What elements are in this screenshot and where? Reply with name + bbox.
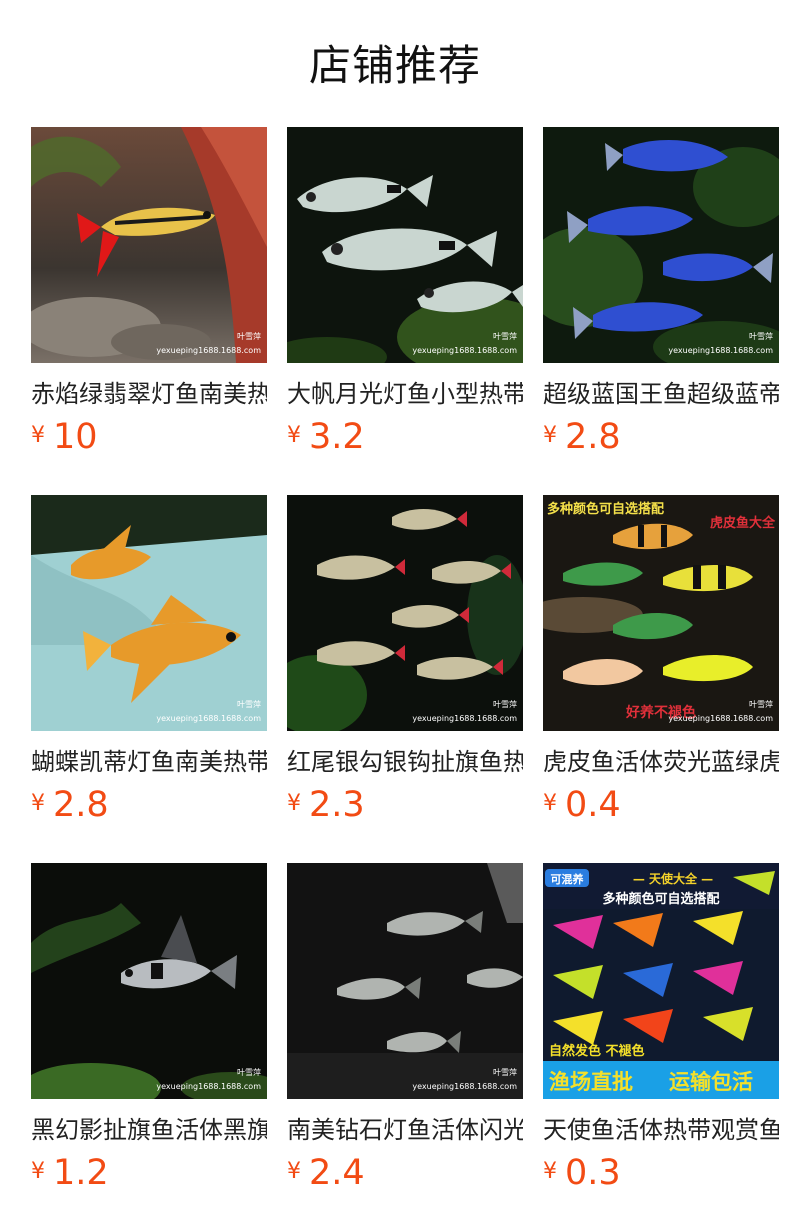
price-value: 1.2: [53, 1153, 109, 1193]
watermark-site: yexueping1688.1688.com: [412, 714, 517, 723]
blue-emperor-tetra-icon: 叶雪萍 yexueping1688.1688.com: [543, 127, 779, 363]
product-name[interactable]: 大帆月光灯鱼小型热带鱼: [287, 379, 523, 409]
price-value: 3.2: [309, 417, 365, 457]
watermark-name: 叶雪萍: [237, 1067, 261, 1077]
product-image[interactable]: 多种颜色可自选搭配 虎皮鱼大全 好养不褪色 叶雪萍 yexueping1688.…: [543, 495, 779, 731]
product-price: ¥3.2: [287, 416, 365, 458]
product-name[interactable]: 南美钻石灯鱼活体闪光: [287, 1115, 523, 1145]
red-tail-flag-tetra-icon: 叶雪萍 yexueping1688.1688.com: [287, 495, 523, 731]
overlay-text: 多种颜色可自选搭配: [602, 891, 719, 907]
product-price: ¥2.3: [287, 784, 365, 826]
watermark-name: 叶雪萍: [493, 1067, 517, 1077]
watermark-name: 叶雪萍: [749, 331, 773, 341]
silver-tetra-school-icon: 叶雪萍 yexueping1688.1688.com: [287, 127, 523, 363]
overlay-text: 可混养: [551, 872, 585, 886]
product-name[interactable]: 红尾银勾银钩扯旗鱼热带: [287, 747, 523, 777]
currency-symbol: ¥: [31, 423, 45, 448]
watermark-site: yexueping1688.1688.com: [412, 1082, 517, 1091]
currency-symbol: ¥: [31, 1159, 45, 1184]
product-price: ¥2.8: [543, 416, 621, 458]
overlay-text: 自然发色 不褪色: [549, 1043, 645, 1059]
product-card[interactable]: 叶雪萍 yexueping1688.1688.com 赤焰绿翡翠灯鱼南美热带鱼 …: [31, 127, 267, 457]
overlay-text: 多种颜色可自选搭配: [547, 501, 664, 517]
product-card[interactable]: 可混养 — 天使大全 — 多种颜色可自选搭配 自然发色 不褪色 渔场直批 运输包…: [543, 863, 779, 1193]
product-card[interactable]: 叶雪萍 yexueping1688.1688.com 蝴蝶凯蒂灯鱼南美热带鱼 ¥…: [31, 495, 267, 825]
price-value: 2.8: [53, 785, 109, 825]
product-card[interactable]: 叶雪萍 yexueping1688.1688.com 红尾银勾银钩扯旗鱼热带 ¥…: [287, 495, 523, 825]
product-card[interactable]: 叶雪萍 yexueping1688.1688.com 大帆月光灯鱼小型热带鱼 ¥…: [287, 127, 523, 457]
watermark-site: yexueping1688.1688.com: [668, 346, 773, 355]
golden-butterfly-tetra-icon: 叶雪萍 yexueping1688.1688.com: [31, 495, 267, 731]
product-image[interactable]: 叶雪萍 yexueping1688.1688.com: [287, 495, 523, 731]
product-name[interactable]: 黑幻影扯旗鱼活体黑旗: [31, 1115, 267, 1145]
product-image[interactable]: 可混养 — 天使大全 — 多种颜色可自选搭配 自然发色 不褪色 渔场直批 运输包…: [543, 863, 779, 1099]
price-value: 2.4: [309, 1153, 365, 1193]
currency-symbol: ¥: [287, 791, 301, 816]
overlay-text: — 天使大全 —: [633, 871, 713, 886]
watermark-name: 叶雪萍: [493, 331, 517, 341]
product-image[interactable]: 叶雪萍 yexueping1688.1688.com: [31, 863, 267, 1099]
price-value: 0.3: [565, 1153, 621, 1193]
tiger-barb-collage-icon: 多种颜色可自选搭配 虎皮鱼大全 好养不褪色 叶雪萍 yexueping1688.…: [543, 495, 779, 731]
product-name[interactable]: 天使鱼活体热带观赏鱼: [543, 1115, 779, 1145]
watermark-site: yexueping1688.1688.com: [668, 714, 773, 723]
currency-symbol: ¥: [543, 791, 557, 816]
overlay-text: 虎皮鱼大全: [710, 515, 776, 531]
product-card[interactable]: 叶雪萍 yexueping1688.1688.com 超级蓝国王鱼超级蓝帝 ¥2…: [543, 127, 779, 457]
price-value: 2.3: [309, 785, 365, 825]
product-price: ¥1.2: [31, 1152, 109, 1194]
product-price: ¥0.3: [543, 1152, 621, 1194]
product-image[interactable]: 叶雪萍 yexueping1688.1688.com: [287, 863, 523, 1099]
product-image[interactable]: 叶雪萍 yexueping1688.1688.com: [31, 495, 267, 731]
price-value: 2.8: [565, 417, 621, 457]
product-price: ¥2.8: [31, 784, 109, 826]
product-image[interactable]: 叶雪萍 yexueping1688.1688.com: [287, 127, 523, 363]
watermark-site: yexueping1688.1688.com: [156, 714, 261, 723]
price-value: 10: [53, 417, 98, 457]
product-price: ¥0.4: [543, 784, 621, 826]
page: 店铺推荐 叶雪萍 yexueping1688.1688.com 赤焰绿翡翠灯鱼南…: [0, 0, 790, 1232]
red-fin-tetra-icon: 叶雪萍 yexueping1688.1688.com: [31, 127, 267, 363]
product-image[interactable]: 叶雪萍 yexueping1688.1688.com: [543, 127, 779, 363]
watermark-name: 叶雪萍: [237, 331, 261, 341]
black-phantom-tetra-icon: 叶雪萍 yexueping1688.1688.com: [31, 863, 267, 1099]
product-card[interactable]: 多种颜色可自选搭配 虎皮鱼大全 好养不褪色 叶雪萍 yexueping1688.…: [543, 495, 779, 825]
watermark-site: yexueping1688.1688.com: [156, 346, 261, 355]
watermark-site: yexueping1688.1688.com: [412, 346, 517, 355]
currency-symbol: ¥: [287, 1159, 301, 1184]
currency-symbol: ¥: [543, 423, 557, 448]
page-title: 店铺推荐: [308, 41, 481, 90]
watermark-site: yexueping1688.1688.com: [156, 1082, 261, 1091]
product-name[interactable]: 超级蓝国王鱼超级蓝帝: [543, 379, 779, 409]
currency-symbol: ¥: [31, 791, 45, 816]
currency-symbol: ¥: [287, 423, 301, 448]
product-card[interactable]: 叶雪萍 yexueping1688.1688.com 黑幻影扯旗鱼活体黑旗 ¥1…: [31, 863, 267, 1193]
diamond-tetra-icon: 叶雪萍 yexueping1688.1688.com: [287, 863, 523, 1099]
product-image[interactable]: 叶雪萍 yexueping1688.1688.com: [31, 127, 267, 363]
watermark-name: 叶雪萍: [237, 699, 261, 709]
price-value: 0.4: [565, 785, 621, 825]
product-price: ¥10: [31, 416, 98, 458]
product-price: ¥2.4: [287, 1152, 365, 1194]
watermark-name: 叶雪萍: [749, 699, 773, 709]
product-name[interactable]: 蝴蝶凯蒂灯鱼南美热带鱼: [31, 747, 267, 777]
product-name[interactable]: 赤焰绿翡翠灯鱼南美热带鱼: [31, 379, 267, 409]
currency-symbol: ¥: [543, 1159, 557, 1184]
overlay-text: 渔场直批: [549, 1070, 633, 1094]
overlay-text: 运输包活: [669, 1070, 753, 1094]
glofish-angel-collage-icon: 可混养 — 天使大全 — 多种颜色可自选搭配 自然发色 不褪色 渔场直批 运输包…: [543, 863, 779, 1099]
product-name[interactable]: 虎皮鱼活体荧光蓝绿虎皮: [543, 747, 779, 777]
product-card[interactable]: 叶雪萍 yexueping1688.1688.com 南美钻石灯鱼活体闪光 ¥2…: [287, 863, 523, 1193]
watermark-name: 叶雪萍: [493, 699, 517, 709]
